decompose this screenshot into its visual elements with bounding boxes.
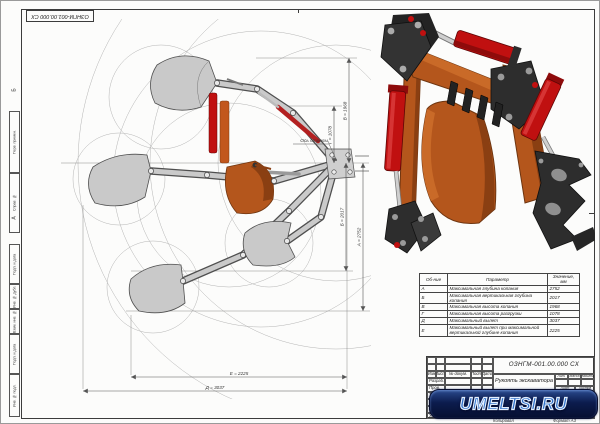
table-row: Г Максимальная высота разгрузки 1078 <box>420 311 580 318</box>
col-izm: Изм <box>427 371 436 378</box>
col-data: Дата <box>482 371 493 378</box>
boom-axis-label: Ось стрелы <box>300 138 328 144</box>
dim-b-label: Б = 2017 <box>340 207 345 226</box>
margin-field-sprav-no: Справ. № <box>9 173 20 233</box>
working-range-diagram: Г = 1078 В = 1968 Б = 2017 А = 2752 Е = … <box>31 19 381 401</box>
margin-field-podp-data-2: Подп. и дата <box>9 334 20 374</box>
margin-field-perv-primen: Перв. примен. <box>9 111 20 173</box>
col-docnum: № докум. <box>445 371 471 378</box>
param-col-name: Параметр <box>448 274 548 286</box>
bottom-left-links <box>385 201 441 253</box>
margin-field-podp-data-1: Подп. и дата <box>9 244 20 284</box>
dim-a-label: А = 2752 <box>357 227 362 247</box>
drawing-sheet: ОЗНГМ-001.00.000 СХ Перв. примен. Справ.… <box>0 0 600 424</box>
dim-d-label: Д = 3037 <box>205 385 225 390</box>
table-row: Д Максимальный вылет 3037 <box>420 318 580 325</box>
orange-cylinder-2d <box>220 101 229 163</box>
table-row: Б Максимальная вертикальная глубина копа… <box>420 292 580 304</box>
arm-position-raised <box>150 56 336 163</box>
zone-letter-b: Б <box>12 88 18 91</box>
umeltsi-watermark-text: UMELTSI.RU <box>460 394 568 415</box>
table-row: Е Максимальный вылет при максимальной ве… <box>420 325 580 337</box>
red-cylinder-2d <box>209 93 217 153</box>
margin-field-vzam-inv: Взам. инв. № <box>9 309 20 334</box>
umeltsi-watermark: UMELTSI.RU <box>429 389 598 419</box>
table-row: А Максимальная глубина копания 2752 <box>420 285 580 292</box>
drawing-designation: ОЗНГМ-001.00.000 СХ <box>493 357 595 374</box>
margin-field-inv-podl: Инв. № подл. <box>9 374 20 417</box>
col-list: Лист <box>436 371 445 378</box>
margin-field-inv-dubl: Инв. № дубл. <box>9 284 20 309</box>
bottom-right-mount <box>533 151 595 251</box>
table-row: В Максимальная высота копания 1968 <box>420 304 580 311</box>
construction-arcs <box>73 19 381 401</box>
bucket-current-position <box>225 161 273 214</box>
dim-e-label: Е = 2225 <box>230 371 249 376</box>
iso-3d-view <box>363 13 595 261</box>
frame-center-tick <box>298 9 299 13</box>
param-col-key: Об-ние <box>420 274 448 286</box>
row-razrab: Разраб. <box>427 378 445 385</box>
col-podp: Подп. <box>471 371 482 378</box>
zone-letter-a: А <box>12 216 18 219</box>
param-col-value: Значение, мм <box>548 274 580 286</box>
parameters-table: Об-ние Параметр Значение, мм А Максималь… <box>419 273 580 337</box>
dim-g-label: Г = 1078 <box>328 126 333 144</box>
dim-v-label: В = 1968 <box>343 101 348 120</box>
